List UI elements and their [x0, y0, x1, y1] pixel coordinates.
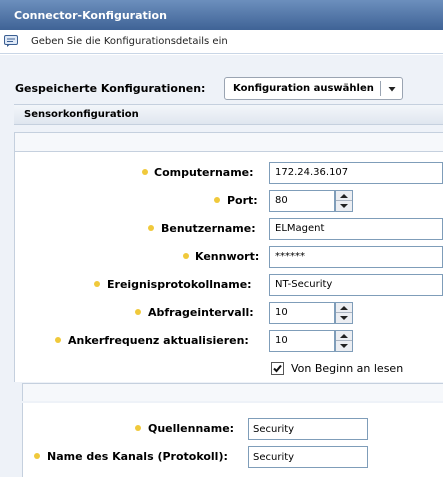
- ankerfrequenz-spin-up[interactable]: [336, 331, 352, 341]
- ankerfrequenz-spin-down[interactable]: [336, 341, 352, 351]
- ankerfrequenz-input[interactable]: 10: [269, 330, 335, 352]
- required-indicator: [183, 253, 189, 259]
- arrow-up-icon: [340, 194, 348, 198]
- saved-configs-dropdown-value: Konfiguration auswählen: [233, 83, 374, 94]
- window-title-bar: Connector-Konfiguration: [0, 0, 443, 30]
- ankerfrequenz-label: Ankerfrequenz aktualisieren:: [68, 334, 249, 347]
- port-label: Port:: [227, 194, 258, 207]
- required-indicator: [55, 337, 61, 343]
- dropdown-separator: [380, 81, 381, 96]
- port-input[interactable]: 80: [269, 190, 335, 212]
- kennwort-input[interactable]: ******: [269, 246, 443, 268]
- required-indicator: [148, 225, 154, 231]
- required-indicator: [94, 281, 100, 287]
- required-indicator: [135, 309, 141, 315]
- info-bar: Geben Sie die Konfigurationsdetails ein: [0, 30, 443, 54]
- required-indicator: [214, 197, 220, 203]
- port-spinner[interactable]: [335, 190, 353, 212]
- checkmark-icon: [273, 364, 282, 373]
- arrow-down-icon: [340, 344, 348, 348]
- ereignisprotokollname-label: Ereignisprotokollname:: [107, 278, 252, 291]
- panel-header-strip: [14, 132, 443, 152]
- computername-label: Computername:: [154, 166, 254, 179]
- saved-configs-dropdown[interactable]: Konfiguration auswählen: [224, 77, 403, 100]
- arrow-down-icon: [340, 204, 348, 208]
- abfrageintervall-spin-up[interactable]: [336, 303, 352, 313]
- quellenname-input[interactable]: Security: [248, 418, 368, 440]
- abfrageintervall-label: Abfrageintervall:: [148, 306, 254, 319]
- kanal-input[interactable]: Security: [248, 446, 368, 468]
- port-spin-up[interactable]: [336, 191, 352, 201]
- ankerfrequenz-spinner[interactable]: [335, 330, 353, 352]
- read-from-start-checkbox[interactable]: [271, 362, 284, 375]
- ereignisprotokollname-input[interactable]: NT-Security: [269, 274, 443, 296]
- quellenname-label: Quellenname:: [148, 422, 235, 435]
- abfrageintervall-spin-down[interactable]: [336, 313, 352, 323]
- benutzername-label: Benutzername:: [161, 222, 256, 235]
- kennwort-label: Kennwort:: [195, 250, 260, 263]
- abfrageintervall-input[interactable]: 10: [269, 302, 335, 324]
- read-from-start-label: Von Beginn an lesen: [291, 362, 404, 375]
- saved-configs-label: Gespeicherte Konfigurationen:: [15, 82, 206, 95]
- source-panel: [22, 403, 443, 477]
- window-title: Connector-Konfiguration: [14, 9, 167, 22]
- section-title: Sensorkonfiguration: [24, 109, 139, 120]
- info-text: Geben Sie die Konfigurationsdetails ein: [31, 36, 228, 47]
- required-indicator: [142, 169, 148, 175]
- required-indicator: [135, 425, 141, 431]
- required-indicator: [34, 453, 40, 459]
- kanal-label: Name des Kanals (Protokoll):: [47, 450, 228, 463]
- abfrageintervall-spinner[interactable]: [335, 302, 353, 324]
- lower-panel-header-strip: [22, 383, 443, 401]
- chevron-down-icon: [388, 87, 396, 92]
- arrow-down-icon: [340, 316, 348, 320]
- computername-input[interactable]: 172.24.36.107: [269, 162, 443, 184]
- message-icon: [4, 35, 18, 47]
- benutzername-input[interactable]: ELMagent: [269, 218, 443, 240]
- arrow-up-icon: [340, 306, 348, 310]
- section-header: Sensorkonfiguration: [14, 104, 443, 125]
- arrow-up-icon: [340, 334, 348, 338]
- port-spin-down[interactable]: [336, 201, 352, 211]
